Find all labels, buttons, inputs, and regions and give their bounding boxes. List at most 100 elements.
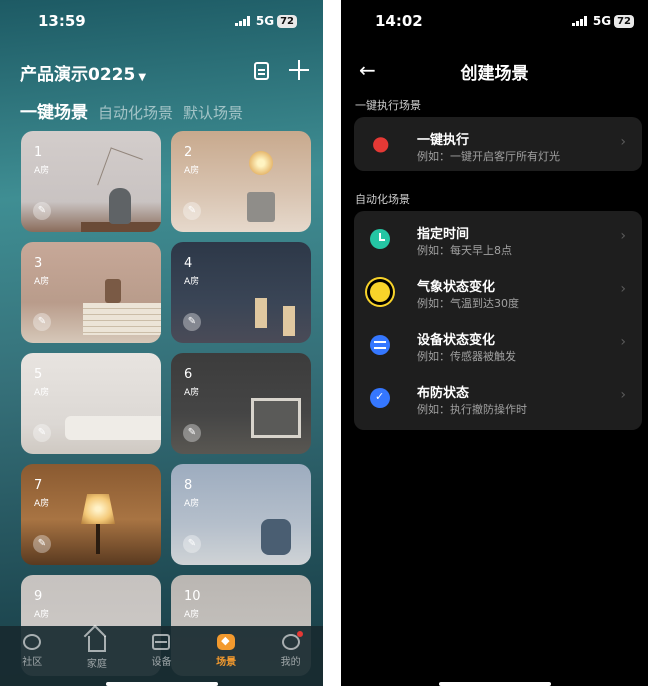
- scene-number: 1: [34, 145, 43, 160]
- decor-image: [96, 524, 100, 554]
- scene-grid: 1 A房 ✎ 2 A房 ✎ 3 A房 ✎ 4 A房 ✎ 5 A房 ✎ 6 A房 …: [21, 131, 311, 676]
- option-subtitle: 例如：一键开启客厅所有灯光: [417, 150, 560, 163]
- signal-icon: [571, 16, 587, 26]
- decor-image: [261, 519, 291, 555]
- add-icon[interactable]: [287, 58, 311, 82]
- scene-number: 3: [34, 256, 43, 271]
- scene-card[interactable]: 7 A房 ✎: [21, 464, 161, 565]
- scene-card[interactable]: 6 A房 ✎: [171, 353, 311, 454]
- decor-image: [251, 398, 301, 438]
- scene-number: 6: [184, 367, 193, 382]
- nav-label: 家庭: [86, 659, 107, 670]
- option-arming-status[interactable]: 布防状态 例如：执行撤防操作时 ›: [354, 370, 642, 423]
- scene-room: A房: [184, 610, 200, 620]
- status-indicators: 5G 72: [234, 14, 297, 28]
- decor-image: [247, 192, 275, 222]
- scene-room: A房: [184, 499, 200, 509]
- tab-default[interactable]: 默认场景: [183, 102, 243, 123]
- network-type: 5G: [255, 14, 275, 28]
- nav-community[interactable]: 社区: [5, 634, 59, 668]
- scene-room: A房: [34, 277, 50, 287]
- edit-icon[interactable]: ✎: [183, 202, 201, 220]
- nav-devices[interactable]: 设备: [134, 634, 188, 668]
- decor-image: [81, 494, 115, 524]
- scene-room: A房: [34, 388, 50, 398]
- document-icon[interactable]: [254, 62, 269, 80]
- tab-one-click[interactable]: 一键场景: [20, 98, 88, 123]
- scene-number: 4: [184, 256, 193, 271]
- status-bar: 14:02 5G 72: [341, 0, 648, 40]
- scene-card[interactable]: 2 A房 ✎: [171, 131, 311, 232]
- edit-icon[interactable]: ✎: [33, 424, 51, 442]
- status-time: 13:59: [38, 12, 86, 30]
- scene-card[interactable]: 5 A房 ✎: [21, 353, 161, 454]
- scene-number: 10: [184, 589, 201, 604]
- nav-label: 社区: [22, 657, 43, 668]
- option-title: 布防状态: [417, 386, 470, 401]
- edit-icon[interactable]: ✎: [33, 202, 51, 220]
- device-icon: [152, 634, 171, 650]
- scene-room: A房: [184, 166, 200, 176]
- home-name: 产品演示0225: [20, 65, 136, 85]
- battery-icon: 72: [277, 14, 297, 28]
- automation-group: 指定时间 例如：每天早上8点 › 气象状态变化 例如：气温到达30度 › 设备状…: [354, 211, 642, 430]
- tab-automation[interactable]: 自动化场景: [98, 102, 173, 123]
- nav-home[interactable]: 家庭: [70, 634, 124, 670]
- bottom-nav: 社区 家庭 设备 场景 我的: [0, 626, 323, 686]
- network-type: 5G: [592, 14, 612, 28]
- edit-icon[interactable]: ✎: [33, 313, 51, 331]
- option-one-click[interactable]: 一键执行 例如：一键开启客厅所有灯光 ›: [354, 117, 642, 170]
- chevron-down-icon: ▼: [138, 72, 147, 83]
- scene-number: 9: [34, 589, 43, 604]
- status-indicators: 5G 72: [571, 14, 634, 28]
- chevron-right-icon: ›: [620, 334, 626, 350]
- nav-scenes[interactable]: 场景: [199, 634, 253, 668]
- scene-card[interactable]: 4 A房 ✎: [171, 242, 311, 343]
- option-device-change[interactable]: 设备状态变化 例如：传感器被触发 ›: [354, 317, 642, 370]
- status-time: 14:02: [375, 12, 423, 30]
- option-subtitle: 例如：执行撤防操作时: [417, 403, 527, 416]
- clock-icon: [370, 229, 390, 249]
- option-title: 气象状态变化: [417, 280, 496, 295]
- scene-card[interactable]: 1 A房 ✎: [21, 131, 161, 232]
- profile-icon: [281, 631, 303, 650]
- scene-tabs: 一键场景 自动化场景 默认场景: [20, 98, 243, 123]
- home-indicator: [106, 682, 218, 686]
- option-title: 指定时间: [417, 227, 470, 242]
- nav-label: 设备: [151, 657, 172, 668]
- home-selector[interactable]: 产品演示0225 ▼: [20, 60, 146, 85]
- option-weather-change[interactable]: 气象状态变化 例如：气温到达30度 ›: [354, 264, 642, 317]
- home-icon: [87, 636, 106, 652]
- scene-number: 7: [34, 478, 43, 493]
- scene-card[interactable]: 8 A房 ✎: [171, 464, 311, 565]
- nav-label: 场景: [216, 657, 237, 668]
- shield-icon: [370, 388, 390, 408]
- decor-image: [249, 151, 273, 175]
- chevron-right-icon: ›: [620, 387, 626, 403]
- scene-card[interactable]: 3 A房 ✎: [21, 242, 161, 343]
- section-label: 一键执行场景: [355, 99, 421, 112]
- edit-icon[interactable]: ✎: [183, 535, 201, 553]
- scene-room: A房: [34, 610, 50, 620]
- community-icon: [23, 634, 42, 650]
- edit-icon[interactable]: ✎: [183, 424, 201, 442]
- option-subtitle: 例如：气温到达30度: [417, 297, 519, 310]
- option-scheduled-time[interactable]: 指定时间 例如：每天早上8点 ›: [354, 211, 642, 264]
- nav-label: 我的: [280, 657, 301, 668]
- scene-room: A房: [184, 277, 200, 287]
- decor-image: [83, 303, 161, 335]
- page-title: 创建场景: [460, 64, 529, 84]
- edit-icon[interactable]: ✎: [183, 313, 201, 331]
- scene-list-screen: 13:59 5G 72 产品演示0225 ▼ 一键场景 自动化场景 默认场景 1 …: [0, 0, 323, 686]
- nav-profile[interactable]: 我的: [264, 631, 318, 668]
- scene-number: 5: [34, 367, 43, 382]
- chevron-right-icon: ›: [620, 228, 626, 244]
- chevron-right-icon: ›: [620, 134, 626, 150]
- scene-number: 8: [184, 478, 193, 493]
- decor-image: [105, 279, 121, 303]
- decor-image: [283, 306, 295, 336]
- section-label: 自动化场景: [355, 193, 410, 206]
- status-bar: 13:59 5G 72: [0, 0, 323, 40]
- option-subtitle: 例如：传感器被触发: [417, 350, 516, 363]
- edit-icon[interactable]: ✎: [33, 535, 51, 553]
